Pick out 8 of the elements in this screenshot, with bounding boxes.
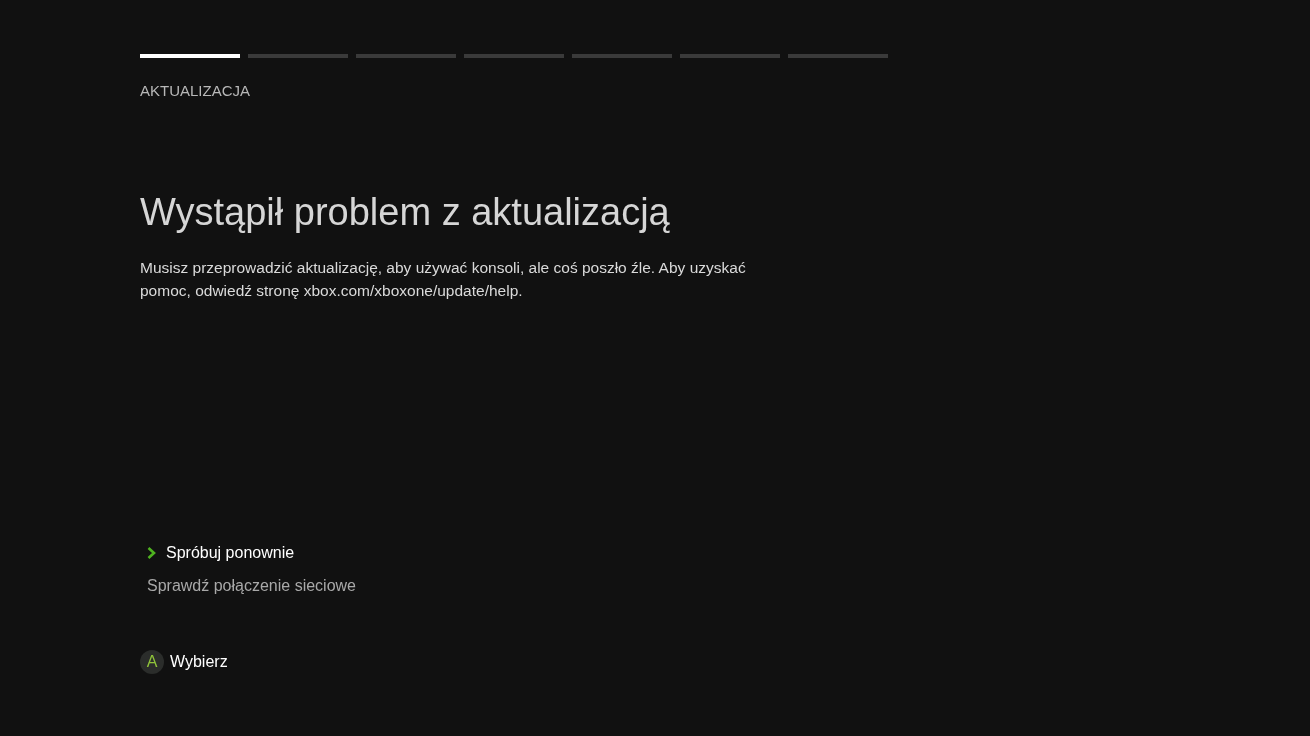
controller-button-glyph: A [140,650,164,674]
chevron-icon [147,546,156,559]
error-message: Musisz przeprowadzić aktualizację, aby używać konsoli, ale coś poszło źle. Aby uzyskać pomoc, odwiedź stronę xbox.com/xboxone/update/help. [140,258,747,301]
menu-option[interactable]: Sprawdź połączenie sieciowe [140,569,364,602]
section-label: AKTUALIZACJA [140,82,251,100]
menu-option[interactable]: Spróbuj ponownie [140,536,303,569]
page-title: Wystąpił problem z aktualizacją [140,190,670,235]
hint-label: Wybierz [170,652,228,672]
